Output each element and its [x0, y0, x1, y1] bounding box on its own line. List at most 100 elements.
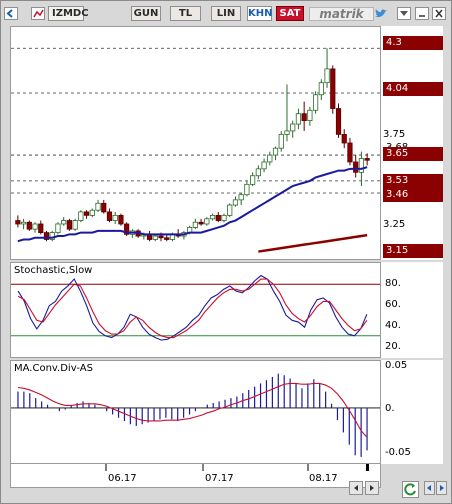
- back-arrow-icon[interactable]: [4, 7, 18, 20]
- candle-body-32: [198, 221, 204, 225]
- stochastic-chart: [11, 274, 380, 341]
- currency-button[interactable]: TL: [170, 6, 201, 21]
- candle-body-26: [164, 237, 170, 240]
- macd-chart: [11, 373, 380, 457]
- price-panel[interactable]: [10, 26, 381, 260]
- price-label-4-04: 4.04: [383, 82, 443, 96]
- candle-body-56: [335, 108, 342, 135]
- candle-body-8: [61, 220, 67, 225]
- dropdown-glyph: [400, 11, 408, 16]
- candle-body-60: [358, 158, 365, 173]
- candle-body-49: [295, 113, 302, 125]
- candle-body-31: [192, 221, 198, 228]
- candle-body-2: [26, 221, 32, 230]
- close-icon[interactable]: [432, 7, 446, 20]
- candle-body-14: [95, 202, 101, 211]
- candle-body-45: [272, 147, 279, 156]
- stochastic-panel[interactable]: Stochastic,Slow: [10, 262, 381, 358]
- scroll-left-icon[interactable]: [349, 481, 363, 495]
- candle-body-35: [215, 214, 221, 221]
- candle-body-61: [364, 158, 370, 161]
- scroll-left-glyph: [354, 485, 358, 491]
- symbol-field[interactable]: IZMDC: [48, 6, 89, 21]
- candle-body-51: [307, 109, 313, 121]
- candle-body-34: [209, 214, 216, 220]
- candle-body-18: [118, 214, 124, 225]
- sat-button[interactable]: SAT: [276, 6, 304, 21]
- stoch-level-60: 60.: [385, 299, 401, 310]
- price-label-3-25: 3.25: [383, 219, 406, 230]
- zoom-in-icon[interactable]: [436, 481, 447, 495]
- macd-level-005: 0.05: [385, 360, 408, 371]
- price-label-3-65: 3.65: [383, 147, 443, 161]
- candle-body-10: [72, 220, 78, 230]
- toolbar: IZMDC GUN TL LIN KHN SAT matrik: [4, 5, 448, 23]
- candle-body-11: [78, 211, 84, 221]
- candle-body-43: [261, 161, 267, 170]
- candle-body-13: [89, 209, 95, 216]
- refresh-icon[interactable]: [402, 481, 419, 498]
- candle-body-3: [32, 223, 38, 230]
- stoch-level-80: 80.: [385, 278, 401, 289]
- macd-level-neg005: -0.05: [385, 447, 411, 458]
- stochastic-title: Stochastic,Slow: [14, 265, 93, 276]
- candle-body-50: [301, 113, 307, 122]
- candle-body-15: [101, 202, 107, 213]
- macd-panel[interactable]: MA.Conv.Div-AS: [10, 360, 381, 464]
- candle-body-17: [112, 214, 118, 221]
- price-label-3-46: 3.46: [383, 188, 443, 202]
- candle-body-57: [341, 133, 347, 144]
- candle-body-24: [152, 235, 158, 240]
- candle-body-25: [158, 235, 164, 239]
- moving-average-fast-line: [17, 166, 368, 243]
- candle-body-55: [330, 68, 336, 109]
- stochastic-axis: 80. 60. 40. 20.: [381, 262, 443, 358]
- zoom-out-glyph: [427, 485, 431, 491]
- candle-body-36: [221, 214, 227, 221]
- candle-body-9: [66, 220, 72, 230]
- candle-body-52: [313, 94, 319, 111]
- date-cursor-marker: [366, 464, 369, 471]
- price-label-3-75: 3.75: [383, 129, 406, 140]
- period-button[interactable]: GUN: [131, 6, 161, 21]
- candle-body-54: [324, 68, 330, 84]
- zoom-in-glyph: [440, 485, 444, 491]
- candle-body-53: [318, 82, 324, 96]
- candle-body-1: [20, 221, 27, 225]
- chart-icon[interactable]: [31, 7, 45, 20]
- candle-body-47: [284, 130, 290, 135]
- candle-body-42: [255, 168, 261, 177]
- close-glyph: [435, 9, 443, 18]
- candle-body-44: [267, 154, 273, 163]
- bottom-bar: [4, 478, 448, 500]
- scroll-right-icon[interactable]: [365, 481, 379, 495]
- dropdown-icon[interactable]: [397, 7, 411, 20]
- candle-body-40: [244, 183, 250, 196]
- candle-body-12: [83, 211, 90, 216]
- minimize-glyph: [419, 15, 425, 17]
- macd-signal-line: [17, 382, 368, 438]
- macd-level-0: 0.: [385, 403, 395, 414]
- minimize-icon[interactable]: [415, 7, 429, 20]
- candle-body-46: [278, 133, 284, 149]
- twitter-icon[interactable]: [374, 7, 388, 20]
- back-arrow-glyph: [6, 9, 13, 18]
- candle-body-7: [55, 223, 61, 234]
- price-axis: 4.3 4.04 3.75 3.68 3.65 3.53 3.46 3.25 3…: [381, 26, 443, 260]
- scale-button[interactable]: LIN: [211, 6, 241, 21]
- chart-glyph: [33, 9, 44, 18]
- candle-body-37: [227, 204, 233, 216]
- chart-window: IZMDC GUN TL LIN KHN SAT matrik 4.3 4.04…: [0, 0, 452, 504]
- candle-body-58: [347, 142, 353, 163]
- macd-axis: 0.05 0. -0.05: [381, 360, 443, 464]
- matrik-logo: matrik: [309, 7, 374, 21]
- zoom-out-icon[interactable]: [424, 481, 435, 495]
- price-label-3-15: 3.15: [383, 244, 443, 258]
- candle-body-38: [232, 199, 239, 206]
- candle-body-4: [38, 223, 44, 234]
- khn-button[interactable]: KHN: [247, 6, 273, 21]
- macd-title: MA.Conv.Div-AS: [14, 363, 93, 374]
- candle-body-33: [204, 218, 210, 225]
- candle-body-16: [106, 211, 113, 221]
- refresh-glyph: [404, 483, 416, 496]
